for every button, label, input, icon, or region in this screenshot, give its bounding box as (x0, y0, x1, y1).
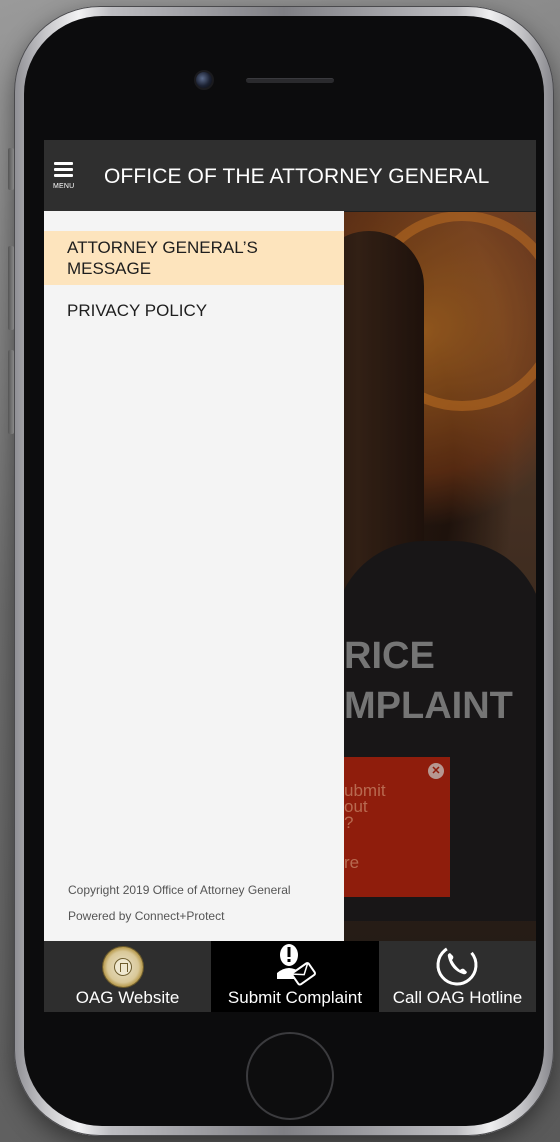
earpiece-speaker (246, 78, 334, 83)
bottom-nav: OAG Website Submit Complaint Call OAG Ho… (44, 941, 536, 1012)
front-camera (194, 70, 214, 90)
menu-button[interactable]: MENU (53, 162, 75, 190)
nav-label: Submit Complaint (227, 988, 363, 1007)
powered-by-text: Powered by Connect+Protect (68, 909, 225, 923)
drawer-item-label: PRIVACY POLICY (67, 301, 208, 320)
app-screen: RICE MPLAINT ✕ ubmit out ? re MENU OFFIC… (44, 140, 536, 1012)
mute-switch (8, 148, 14, 190)
page-title: OFFICE OF THE ATTORNEY GENERAL (104, 165, 490, 188)
drawer-item-label: ATTORNEY GENERAL’S (67, 238, 258, 257)
app-header: MENU OFFICE OF THE ATTORNEY GENERAL (44, 140, 536, 212)
drawer-item-attorney-generals-message[interactable]: ATTORNEY GENERAL’S MESSAGE (44, 231, 344, 285)
navigation-drawer: ATTORNEY GENERAL’S MESSAGE PRIVACY POLIC… (44, 211, 344, 941)
volume-up-button (8, 246, 14, 330)
seal-icon (103, 947, 143, 987)
nav-label: Call OAG Hotline (392, 988, 523, 1007)
nav-submit-complaint[interactable]: Submit Complaint (211, 941, 379, 1012)
volume-down-button (8, 350, 14, 434)
hamburger-icon (54, 168, 73, 171)
hamburger-icon (54, 174, 73, 177)
complaint-icon (277, 944, 316, 986)
menu-label: MENU (53, 183, 75, 190)
nav-label: OAG Website (75, 988, 180, 1007)
home-button[interactable] (246, 1032, 334, 1120)
drawer-item-privacy-policy[interactable]: PRIVACY POLICY (44, 291, 344, 331)
nav-oag-website[interactable]: OAG Website (44, 941, 211, 1012)
nav-call-hotline[interactable]: Call OAG Hotline (379, 941, 536, 1012)
drawer-item-label: MESSAGE (67, 259, 152, 278)
phone-icon (436, 944, 478, 986)
hamburger-icon (54, 162, 73, 165)
copyright-text: Copyright 2019 Office of Attorney Genera… (68, 883, 291, 897)
